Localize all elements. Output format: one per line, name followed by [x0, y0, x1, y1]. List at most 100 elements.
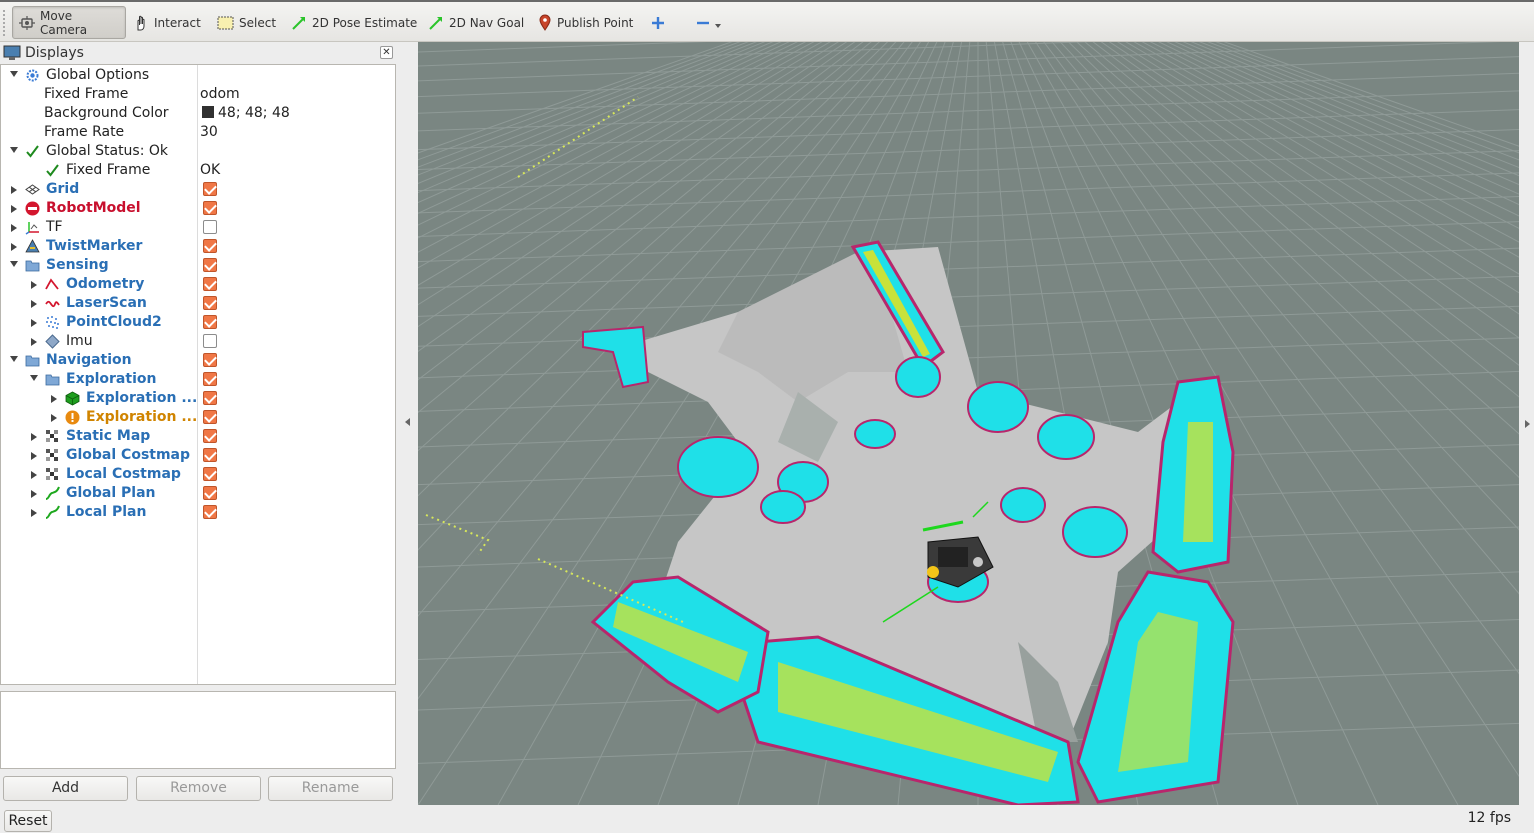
select-label: Select: [239, 15, 277, 30]
remove-tool-dropdown[interactable]: [688, 6, 730, 39]
sensing-checkbox[interactable]: [203, 258, 217, 272]
tree-row-tf[interactable]: TF: [1, 218, 395, 237]
tree-row-exploration-markers[interactable]: Exploration ...: [1, 389, 395, 408]
tree-row-status-fixed-frame[interactable]: Fixed Frame OK: [1, 161, 395, 180]
tree-row-robotmodel[interactable]: RobotModel: [1, 199, 395, 218]
expand-arrow[interactable]: [31, 452, 37, 460]
grid-checkbox[interactable]: [203, 182, 217, 196]
tree-row-background-color[interactable]: Background Color 48; 48; 48: [1, 104, 395, 123]
tree-row-navigation[interactable]: Navigation: [1, 351, 395, 370]
expand-arrow[interactable]: [31, 509, 37, 517]
local-plan-checkbox[interactable]: [203, 505, 217, 519]
expand-arrow[interactable]: [11, 243, 17, 251]
checkmark-icon: [46, 164, 59, 177]
expand-arrow[interactable]: [30, 375, 38, 381]
expand-arrow[interactable]: [31, 300, 37, 308]
frame-rate-value[interactable]: 30: [200, 124, 218, 141]
add-button[interactable]: Add: [3, 776, 128, 801]
tree-row-grid[interactable]: Grid: [1, 180, 395, 199]
close-panel-button[interactable]: ✕: [380, 46, 393, 59]
add-tool-button[interactable]: [644, 6, 672, 39]
expand-arrow[interactable]: [31, 281, 37, 289]
expand-arrow[interactable]: [31, 490, 37, 498]
tree-row-exploration[interactable]: Exploration: [1, 370, 395, 389]
close-icon: ✕: [382, 47, 391, 58]
exploration-checkbox[interactable]: [203, 372, 217, 386]
pose-estimate-label: 2D Pose Estimate: [312, 15, 418, 30]
global-plan-checkbox[interactable]: [203, 486, 217, 500]
folder-icon: [45, 374, 60, 386]
pose-estimate-button[interactable]: 2D Pose Estimate: [284, 6, 424, 39]
tree-row-imu[interactable]: Imu: [1, 332, 395, 351]
collapse-right-handle[interactable]: [1525, 420, 1530, 428]
remove-button[interactable]: Remove: [136, 776, 261, 801]
hand-icon: [137, 15, 145, 30]
color-swatch: [202, 106, 214, 118]
tree-row-pointcloud2[interactable]: PointCloud2: [1, 313, 395, 332]
tree-row-odometry[interactable]: Odometry: [1, 275, 395, 294]
publish-point-button[interactable]: Publish Point: [531, 6, 640, 39]
green-arrow-icon: [292, 16, 305, 30]
tree-label: Background Color: [44, 105, 169, 121]
reset-button[interactable]: Reset: [4, 810, 52, 832]
path-icon: [45, 486, 60, 500]
expand-arrow[interactable]: [11, 205, 17, 213]
tree-row-fixed-frame[interactable]: Fixed Frame odom: [1, 85, 395, 104]
tree-row-global-costmap[interactable]: Global Costmap: [1, 446, 395, 465]
expand-arrow[interactable]: [31, 319, 37, 327]
odometry-checkbox[interactable]: [203, 277, 217, 291]
tree-row-global-plan[interactable]: Global Plan: [1, 484, 395, 503]
scene-3d[interactable]: [418, 42, 1519, 805]
expand-arrow[interactable]: [51, 414, 57, 422]
move-camera-button[interactable]: Move Camera: [12, 6, 126, 39]
expand-arrow[interactable]: [11, 224, 17, 232]
tree-label: Exploration ...: [86, 409, 198, 425]
expand-arrow[interactable]: [11, 186, 17, 194]
expand-arrow[interactable]: [10, 71, 18, 77]
expand-arrow[interactable]: [10, 261, 18, 267]
tree-label: Sensing: [46, 257, 109, 273]
pointcloud2-checkbox[interactable]: [203, 315, 217, 329]
background-color-value[interactable]: 48; 48; 48: [202, 105, 290, 122]
tree-label: Odometry: [66, 276, 145, 292]
expand-arrow[interactable]: [31, 433, 37, 441]
expand-arrow[interactable]: [31, 338, 37, 346]
render-viewport[interactable]: [418, 42, 1519, 805]
expand-arrow[interactable]: [31, 471, 37, 479]
select-button[interactable]: Select: [210, 6, 283, 39]
tree-row-global-status[interactable]: Global Status: Ok: [1, 142, 395, 161]
odometry-arrow-icon: [45, 278, 59, 290]
tree-row-twistmarker[interactable]: TwistMarker: [1, 237, 395, 256]
local-costmap-checkbox[interactable]: [203, 467, 217, 481]
toolbar-grip[interactable]: [3, 10, 7, 36]
expand-arrow[interactable]: [10, 147, 18, 153]
map-pin-icon: [539, 14, 551, 31]
tree-row-sensing[interactable]: Sensing: [1, 256, 395, 275]
tree-row-global-options[interactable]: Global Options: [1, 66, 395, 85]
displays-tree[interactable]: Global Options Fixed Frame odom Backgrou…: [0, 64, 396, 685]
tf-checkbox[interactable]: [203, 220, 217, 234]
twistmarker-checkbox[interactable]: [203, 239, 217, 253]
expand-arrow[interactable]: [51, 395, 57, 403]
exploration-markers-checkbox[interactable]: [203, 391, 217, 405]
collapse-left-handle[interactable]: [405, 418, 410, 426]
folder-icon: [25, 355, 40, 367]
fixed-frame-value[interactable]: odom: [200, 86, 240, 103]
tree-row-local-plan[interactable]: Local Plan: [1, 503, 395, 522]
tree-row-laserscan[interactable]: LaserScan: [1, 294, 395, 313]
global-costmap-checkbox[interactable]: [203, 448, 217, 462]
tree-row-exploration-warning[interactable]: Exploration ...: [1, 408, 395, 427]
static-map-checkbox[interactable]: [203, 429, 217, 443]
imu-checkbox[interactable]: [203, 334, 217, 348]
nav-goal-button[interactable]: 2D Nav Goal: [421, 6, 531, 39]
tree-row-frame-rate[interactable]: Frame Rate 30: [1, 123, 395, 142]
tree-row-static-map[interactable]: Static Map: [1, 427, 395, 446]
robotmodel-checkbox[interactable]: [203, 201, 217, 215]
exploration-warning-checkbox[interactable]: [203, 410, 217, 424]
navigation-checkbox[interactable]: [203, 353, 217, 367]
tree-row-local-costmap[interactable]: Local Costmap: [1, 465, 395, 484]
interact-button[interactable]: Interact: [126, 6, 208, 39]
rename-button[interactable]: Rename: [268, 776, 393, 801]
laserscan-checkbox[interactable]: [203, 296, 217, 310]
expand-arrow[interactable]: [10, 356, 18, 362]
